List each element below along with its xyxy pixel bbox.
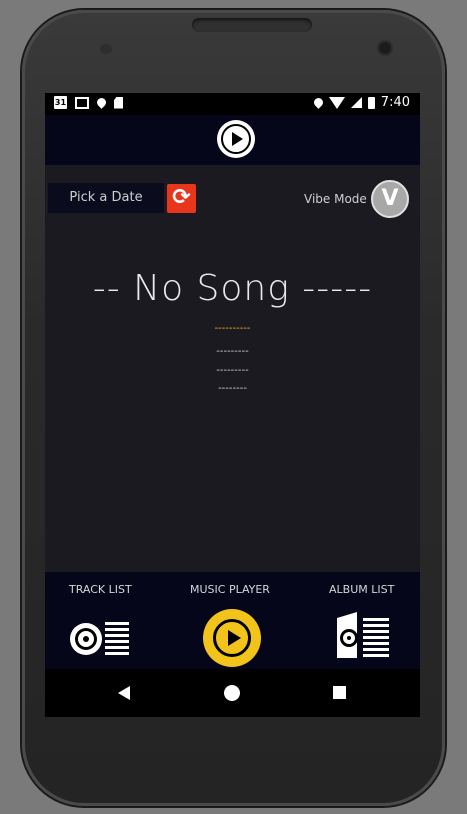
pick-date-button[interactable]: Pick a Date <box>48 183 164 213</box>
track-list-icon[interactable] <box>69 620 131 658</box>
song-info-line: -------- <box>218 383 247 394</box>
artist-name: ---------- <box>214 323 251 334</box>
track-list-label: TRACK LIST <box>69 583 132 596</box>
music-player-button[interactable] <box>203 609 261 667</box>
front-camera <box>377 40 393 56</box>
play-button[interactable] <box>217 120 255 158</box>
music-player-label: MUSIC PLAYER <box>190 583 270 596</box>
top-bar <box>45 115 420 165</box>
status-bar: 31 7:40 <box>45 93 420 115</box>
song-info-line: --------- <box>216 365 249 376</box>
sd-card-icon <box>114 96 123 109</box>
wifi-icon <box>328 96 345 109</box>
song-title: -- No Song ----- <box>92 268 373 309</box>
location-icon <box>311 96 325 109</box>
vibe-mode-button[interactable]: V <box>371 180 409 218</box>
signal-icon <box>350 97 362 108</box>
earpiece-speaker <box>192 18 312 32</box>
home-icon[interactable] <box>224 685 240 701</box>
battery-icon <box>367 96 375 109</box>
location-icon <box>95 96 108 109</box>
recent-apps-icon[interactable] <box>333 686 346 699</box>
proximity-sensor <box>100 44 112 54</box>
mail-icon <box>75 96 89 109</box>
system-nav-bar <box>45 669 420 717</box>
refresh-icon[interactable]: ⟳ <box>167 184 196 213</box>
status-time: 7:40 <box>380 95 410 110</box>
album-list-label: ALBUM LIST <box>329 583 395 596</box>
back-icon[interactable] <box>118 686 130 700</box>
song-info-line: --------- <box>216 346 249 357</box>
play-icon <box>221 124 251 154</box>
bottom-nav: TRACK LIST MUSIC PLAYER ALBUM LIST <box>45 572 420 669</box>
play-icon <box>213 619 251 657</box>
album-list-icon[interactable] <box>335 612 391 660</box>
vibe-mode-label: Vibe Mode <box>304 192 367 206</box>
app-screen: 31 7:40 Pick a Date ⟳ Vibe Mode V -- No … <box>45 93 420 717</box>
calendar-icon: 31 <box>54 96 67 109</box>
